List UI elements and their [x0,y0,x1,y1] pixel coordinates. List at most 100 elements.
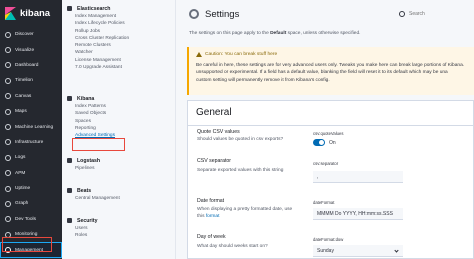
nav-item-label: Graph [15,201,29,207]
advanced-settings-highlight-box [72,138,125,151]
field-title-date-format: Date format [197,198,225,204]
nav-item-canvas[interactable]: Canvas [0,89,62,104]
section-header: Kibana [62,94,176,103]
sidebar-link-license-management[interactable]: License Management [75,57,176,64]
nav-item-logs[interactable]: Logs [0,150,62,165]
toggle-label: On [329,140,336,146]
nav-item-label: Timelion [15,78,33,84]
search-input[interactable] [409,10,467,17]
sidebar-link-central-management[interactable]: Central Management [75,195,176,202]
sidebar-link-7-0-upgrade-assistant[interactable]: 7.0 Upgrade Assistant [75,64,176,71]
map-icon [5,108,11,115]
sidebar-section-kibana: Kibana Index Patterns Saved Objects Spaces R… [62,94,176,139]
nav-item-dashboard[interactable]: Dashboard [0,58,62,73]
sidebar-link-users[interactable]: Users [75,225,176,232]
sidebar-link-roles[interactable]: Roles [75,232,176,239]
nav-item-label: Infrastructure [15,139,44,145]
apm-icon [5,170,11,177]
sidebar-link-saved-objects[interactable]: Saved Objects [75,110,176,117]
main-content: Settings The settings on this page apply… [177,0,474,259]
quote-csv-toggle[interactable] [313,139,325,146]
dashboard-icon [5,62,11,69]
space-note: The settings on this page apply to the D… [189,31,360,36]
nav-item-discover[interactable]: Discover [0,27,62,42]
selected-value: Sunday [317,248,334,254]
elasticsearch-logo-icon [67,6,72,11]
setting-key-quote-csv: csv:quoteValues [313,131,344,136]
section-title: Beats [77,187,92,194]
nav-item-label: Machine Learning [15,124,54,130]
sidebar-link-index-patterns[interactable]: Index Patterns [75,103,176,110]
chevron-down-icon [394,248,399,253]
canvas-icon [5,93,11,100]
sidebar-link-cross-cluster-replication[interactable]: Cross Cluster Replication [75,35,176,42]
wrench-icon [5,216,11,223]
field-desc-date-format: When displaying a pretty formatted date,… [197,207,293,212]
infrastructure-icon [5,139,11,146]
sidebar-section-logstash: Logstash Pipelines [62,156,176,172]
sidebar-link-index-lifecycle-policies[interactable]: Index Lifecycle Policies [75,20,176,27]
section-links: Pipelines [62,165,176,172]
desc-prefix: this [197,214,206,219]
section-links: Index Management Index Lifecycle Policies… [62,13,176,71]
day-of-week-select[interactable]: Sunday [313,245,403,257]
callout-line: Be careful in here, these settings are f… [196,63,465,68]
timelion-icon [5,77,11,84]
sidebar-link-reporting[interactable]: Reporting [75,125,176,132]
nav-item-graph[interactable]: Graph [0,196,62,211]
section-title: Elasticsearch [77,5,111,12]
sidebar-section-elasticsearch: Elasticsearch Index Management Index Lifec… [62,4,176,71]
nav-item-dev-tools[interactable]: Dev Tools [0,212,62,227]
section-title: Kibana [77,95,95,102]
nav-item-infrastructure[interactable]: Infrastructure [0,135,62,150]
field-title-quote-csv: Quote CSV values [197,129,240,135]
global-nav: kibana Discover Visualize Dashboard Timelio… [0,0,62,259]
setting-key-csv-separator: csv:separator [313,161,339,166]
beats-logo-icon [67,188,72,193]
nav-item-maps[interactable]: Maps [0,104,62,119]
space-note-suffix: space, unless otherwise specified. [286,31,361,36]
date-format-field[interactable] [313,208,403,220]
section-links: Central Management [62,195,176,202]
setting-key-day-of-week: dateFormat:dow [313,237,344,242]
nav-item-label: Canvas [15,93,32,99]
management-sidebar: Elasticsearch Index Management Index Lifec… [62,0,176,259]
sidebar-link-remote-clusters[interactable]: Remote Clusters [75,42,176,49]
nav-item-label: Dev Tools [15,216,36,222]
field-title-csv-separator: CSV separator [197,158,232,164]
brand-name: kibana [20,7,51,19]
nav-item-apm[interactable]: APM [0,166,62,181]
graph-icon [5,200,11,207]
nav-item-uptime[interactable]: Uptime [0,181,62,196]
section-header: Security [62,216,176,225]
format-link[interactable]: format [206,214,220,219]
nav-item-timelion[interactable]: Timelion [0,73,62,88]
sidebar-link-index-management[interactable]: Index Management [75,13,176,20]
uptime-icon [5,185,11,192]
csv-separator-field[interactable] [313,171,403,183]
compass-icon [5,31,11,38]
toggle-knob [319,140,324,145]
sidebar-section-beats: Beats Central Management [62,186,176,202]
sidebar-link-spaces[interactable]: Spaces [75,118,176,125]
panel-title: General [196,107,232,118]
sidebar-link-watcher[interactable]: Watcher [75,49,176,56]
logs-icon [5,154,11,161]
nav-item-label: Visualize [15,47,35,53]
nav-list: Discover Visualize Dashboard Timelion Canvas… [0,26,62,258]
warning-icon [196,52,202,57]
sidebar-section-security: Security Users Roles [62,216,176,240]
nav-item-visualize[interactable]: Visualize [0,42,62,57]
callout-title: Caution: You can break stuff here [205,52,278,57]
section-title: Security [77,217,98,224]
brand[interactable]: kibana [0,0,62,26]
space-note-prefix: The settings on this page apply to the [189,31,271,36]
sidebar-link-rollup-jobs[interactable]: Rollup Jobs [75,28,176,35]
sidebar-link-pipelines[interactable]: Pipelines [75,165,176,172]
field-desc-csv-separator: Separate exported values with this strin… [197,168,284,173]
management-highlight-box [2,237,52,252]
settings-search[interactable] [399,8,469,19]
nav-item-machine-learning[interactable]: Machine Learning [0,119,62,134]
security-logo-icon [67,218,72,223]
panel-divider [188,125,474,126]
